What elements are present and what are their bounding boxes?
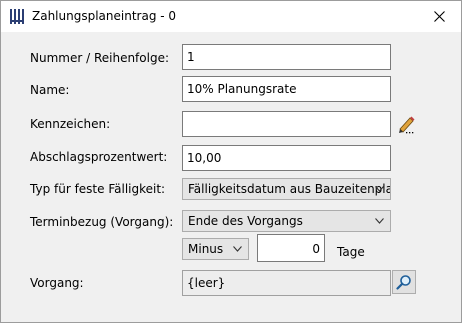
- nummer-label: Nummer / Reihenfolge:: [30, 51, 170, 65]
- offset-direction-dropdown[interactable]: Minus: [182, 238, 249, 260]
- pencil-icon[interactable]: [397, 114, 415, 134]
- chevron-down-icon: [375, 218, 384, 224]
- chevron-down-icon: [375, 186, 384, 192]
- terminbezug-label: Terminbezug (Vorgang):: [30, 215, 174, 229]
- typ-dropdown[interactable]: Fälligkeitsdatum aus Bauzeitenplan: [182, 178, 391, 200]
- close-icon: [433, 11, 445, 22]
- abschlag-field[interactable]: 10,00: [182, 145, 391, 171]
- terminbezug-dropdown-value: Ende des Vorgangs: [188, 214, 303, 228]
- offset-unit-label: Tage: [337, 245, 365, 259]
- typ-dropdown-value: Fälligkeitsdatum aus Bauzeitenplan: [188, 182, 391, 196]
- chevron-down-icon: [233, 246, 242, 252]
- abschlag-label: Abschlagsprozentwert:: [30, 150, 168, 164]
- name-field[interactable]: 10% Planungsrate: [182, 76, 391, 102]
- name-label: Name:: [30, 83, 70, 97]
- vorgang-search-button[interactable]: [392, 270, 416, 294]
- offset-direction-value: Minus: [188, 242, 224, 256]
- kennzeichen-field[interactable]: [182, 111, 391, 137]
- title-bar: Zahlungsplaneintrag - 0: [1, 1, 461, 32]
- close-button[interactable]: [417, 1, 461, 32]
- typ-label: Typ für feste Fälligkeit:: [30, 182, 166, 196]
- window-title: Zahlungsplaneintrag - 0: [32, 9, 177, 23]
- dialog-window: Zahlungsplaneintrag - 0 Nummer / Reihenf…: [0, 0, 462, 323]
- magnifier-icon: [396, 275, 411, 290]
- nummer-field[interactable]: 1: [182, 44, 391, 70]
- offset-days-field[interactable]: 0: [257, 234, 325, 262]
- terminbezug-dropdown[interactable]: Ende des Vorgangs: [182, 210, 391, 232]
- app-icon: [9, 9, 25, 24]
- vorgang-label: Vorgang:: [30, 276, 84, 290]
- vorgang-field: {leer}: [182, 270, 391, 296]
- dialog-content: Nummer / Reihenfolge: 1 Name: 10% Planun…: [1, 32, 461, 322]
- kennzeichen-label: Kennzeichen:: [30, 117, 111, 131]
